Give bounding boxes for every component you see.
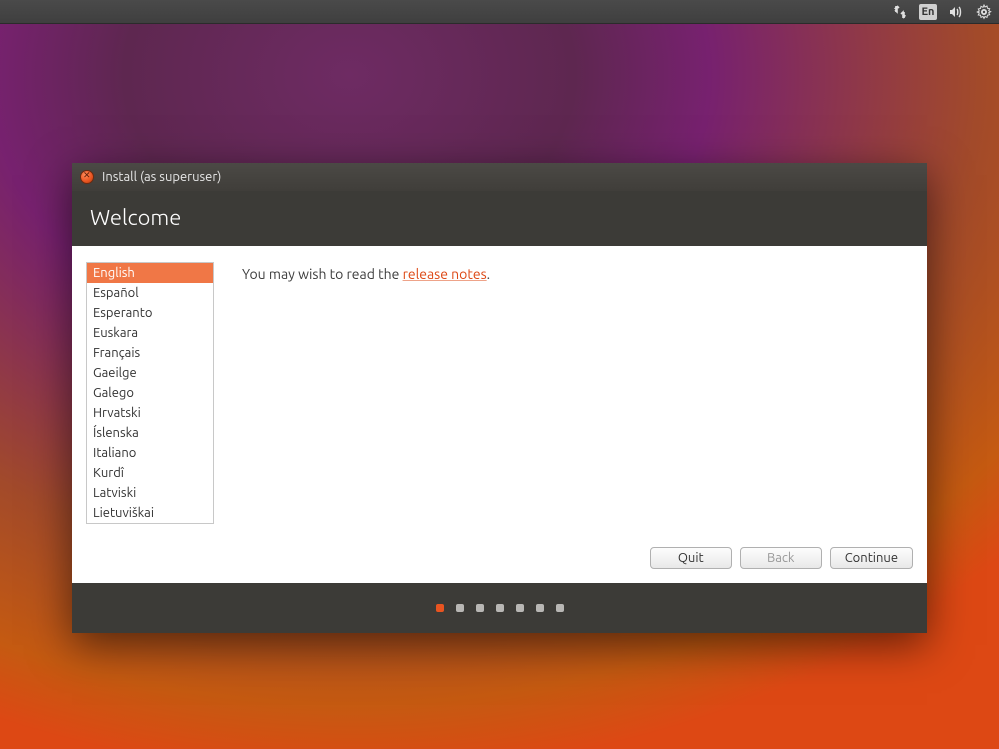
progress-dot [516,604,524,612]
language-option[interactable]: Français [87,343,213,363]
settings-gear-icon[interactable] [975,3,993,21]
language-option[interactable]: Esperanto [87,303,213,323]
language-option[interactable]: Latviski [87,483,213,503]
language-option[interactable]: Gaeilge [87,363,213,383]
window-title: Install (as superuser) [102,170,221,184]
progress-dot [496,604,504,612]
content-area: EnglishEspañolEsperantoEuskaraFrançaisGa… [72,246,927,541]
language-option[interactable]: Hrvatski [87,403,213,423]
language-option[interactable]: Español [87,283,213,303]
progress-dot [556,604,564,612]
button-row: Quit Back Continue [72,541,927,583]
note-suffix: . [487,266,490,282]
language-option[interactable]: Kurdî [87,463,213,483]
language-option[interactable]: Italiano [87,443,213,463]
progress-dot [536,604,544,612]
window-titlebar: Install (as superuser) [72,163,927,191]
progress-dot [456,604,464,612]
progress-dot [436,604,444,612]
note-prefix: You may wish to read the [242,266,403,282]
close-button[interactable] [80,170,94,184]
language-option[interactable]: Lietuviškai [87,503,213,523]
quit-button[interactable]: Quit [650,547,732,569]
network-icon[interactable] [891,3,909,21]
language-list[interactable]: EnglishEspañolEsperantoEuskaraFrançaisGa… [86,262,214,524]
language-option[interactable]: Euskara [87,323,213,343]
installer-window: Install (as superuser) Welcome EnglishEs… [72,163,927,633]
progress-dot [476,604,484,612]
back-button: Back [740,547,822,569]
progress-dots [72,583,927,633]
page-heading: Welcome [72,191,927,246]
release-notes-text: You may wish to read the release notes. [242,262,490,531]
language-option[interactable]: Íslenska [87,423,213,443]
language-option[interactable]: English [87,263,213,283]
continue-button[interactable]: Continue [830,547,913,569]
top-menubar: En [0,0,999,24]
volume-icon[interactable] [947,3,965,21]
language-option[interactable]: Galego [87,383,213,403]
keyboard-indicator[interactable]: En [919,4,937,20]
release-notes-link[interactable]: release notes [403,266,487,282]
